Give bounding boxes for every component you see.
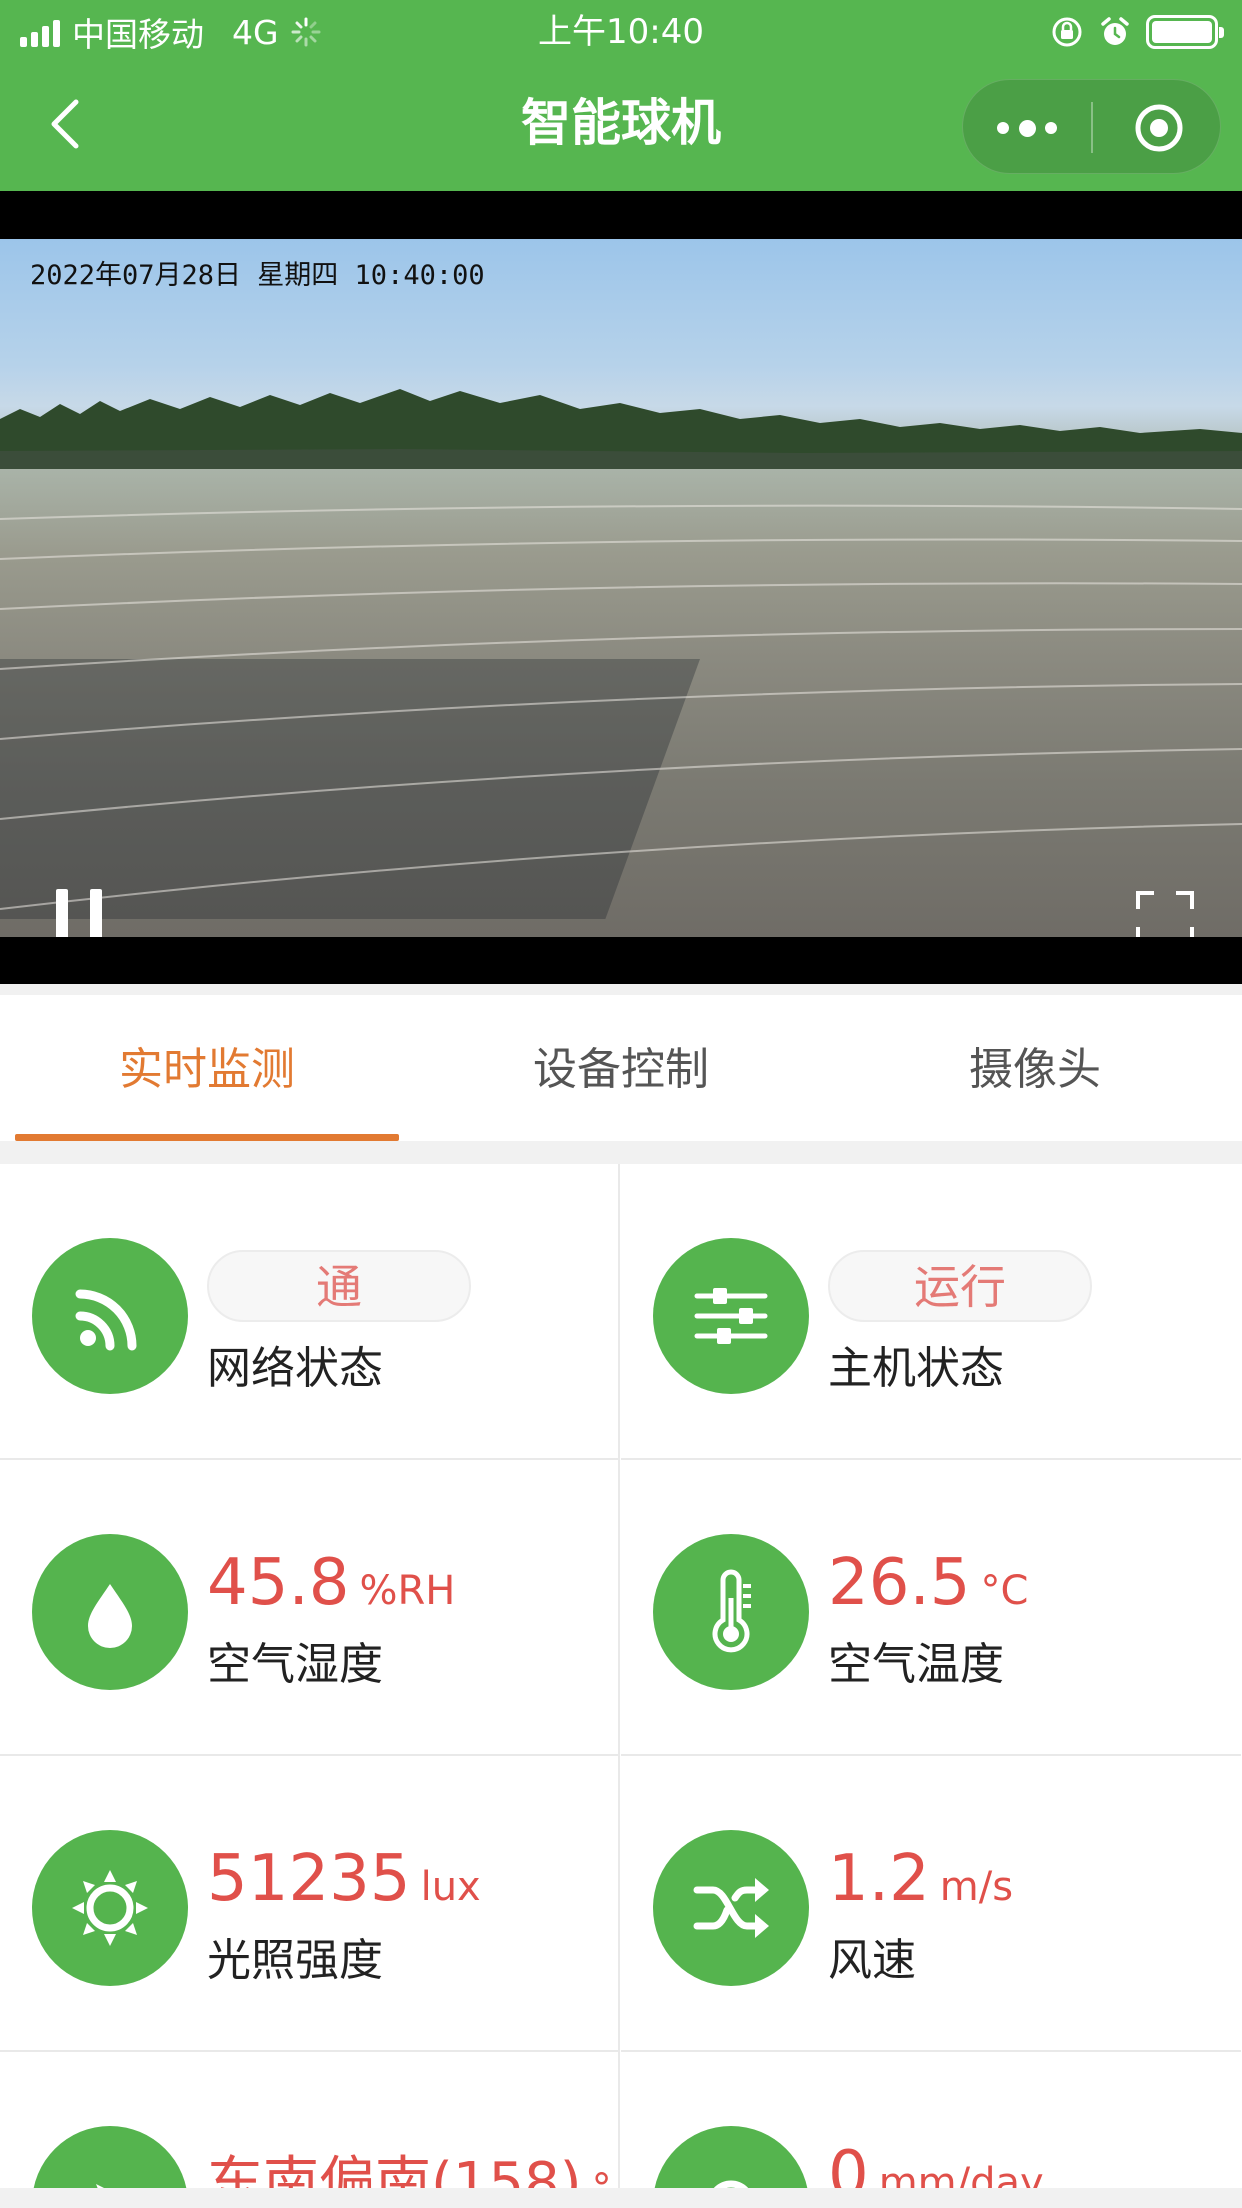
camera-video-player[interactable]: 2022年07月28日 星期四 10:40:00 <box>0 191 1242 984</box>
light-unit: lux <box>420 1864 481 1910</box>
host-icon-badge <box>653 1238 809 1394</box>
wind-speed-unit: m/s <box>939 1864 1014 1910</box>
wind-speed-card: 1.2 m/s 风速 <box>621 1756 1241 2052</box>
temperature-icon-badge <box>653 1534 809 1690</box>
close-mini-program-icon[interactable] <box>1133 102 1185 154</box>
capsule-divider <box>1091 102 1093 153</box>
humidity-icon-badge <box>32 1534 188 1690</box>
tab-realtime-monitoring[interactable]: 实时监测 <box>0 995 414 1141</box>
tab-camera[interactable]: 摄像头 <box>828 995 1242 1141</box>
field-furrows-graphic <box>0 504 1242 910</box>
app-screen: 中国移动 4G 上午10:40 智能球机 2022年07月28日 星期四 10:… <box>0 0 1242 2208</box>
water-drop-icon <box>88 1584 132 1648</box>
wind-speed-value: 1.2 <box>828 1842 930 1916</box>
light-reading: 51235 lux <box>207 1842 481 1916</box>
navigation-bar: 智能球机 <box>0 62 1242 191</box>
status-bar: 中国移动 4G 上午10:40 <box>0 0 1242 62</box>
host-status-label: 主机状态 <box>828 1343 1004 1394</box>
mini-program-capsule <box>962 79 1221 174</box>
tab-bar: 实时监测 设备控制 摄像头 <box>0 995 1242 1141</box>
sliders-icon <box>694 1288 768 1344</box>
wind-speed-icon-badge <box>653 1830 809 1986</box>
network-icon-badge <box>32 1238 188 1394</box>
alarm-clock-icon <box>1101 17 1129 45</box>
temperature-unit: °C <box>980 1568 1029 1614</box>
rainfall-card: 0 mm/day <box>621 2052 1241 2208</box>
light-icon-badge <box>32 1830 188 1986</box>
network-status-card: 通 网络状态 <box>0 1164 620 1460</box>
wind-speed-reading: 1.2 m/s <box>828 1842 1013 1916</box>
sun-icon <box>72 1870 148 1946</box>
thermometer-icon <box>712 1569 751 1653</box>
wind-direction-card: 东南偏南(158) ° <box>0 2052 620 2208</box>
temperature-value: 26.5 <box>828 1546 971 1620</box>
rotation-lock-icon <box>1052 17 1082 47</box>
more-options-button[interactable] <box>997 113 1057 143</box>
temperature-reading: 26.5 °C <box>828 1546 1028 1620</box>
fullscreen-icon[interactable] <box>1136 891 1194 937</box>
video-frame: 2022年07月28日 星期四 10:40:00 <box>0 239 1242 937</box>
air-temperature-card: 26.5 °C 空气温度 <box>621 1460 1241 1756</box>
wifi-signal-icon <box>75 1289 137 1351</box>
host-status-badge: 运行 <box>828 1250 1092 1322</box>
tab-device-control[interactable]: 设备控制 <box>414 995 828 1141</box>
air-humidity-card: 45.8 %RH 空气湿度 <box>0 1460 620 1756</box>
network-status-label: 网络状态 <box>207 1343 383 1394</box>
light-intensity-card: 51235 lux 光照强度 <box>0 1756 620 2052</box>
humidity-value: 45.8 <box>207 1546 350 1620</box>
light-value: 51235 <box>207 1842 411 1916</box>
wind-speed-label: 风速 <box>828 1935 916 1986</box>
pause-button[interactable] <box>56 889 102 937</box>
network-status-badge: 通 <box>207 1250 471 1322</box>
battery-icon <box>1146 15 1224 49</box>
bottom-edge <box>0 2188 1242 2208</box>
humidity-reading: 45.8 %RH <box>207 1546 455 1620</box>
monitoring-grid: 通 网络状态 运行 主机状态 45.8 %RH 空气湿度 26.5 °C 空气温… <box>0 1164 1242 2208</box>
top-bar: 中国移动 4G 上午10:40 智能球机 <box>0 0 1242 191</box>
active-tab-indicator <box>15 1134 399 1141</box>
video-timestamp-overlay: 2022年07月28日 星期四 10:40:00 <box>30 260 485 291</box>
status-right <box>1050 12 1224 52</box>
temperature-label: 空气温度 <box>828 1639 1004 1690</box>
humidity-unit: %RH <box>359 1568 456 1614</box>
light-label: 光照强度 <box>207 1935 383 1986</box>
tree-line-graphic <box>0 389 1242 469</box>
shuffle-icon <box>693 1878 769 1938</box>
host-status-card: 运行 主机状态 <box>621 1164 1241 1460</box>
humidity-label: 空气湿度 <box>207 1639 383 1690</box>
